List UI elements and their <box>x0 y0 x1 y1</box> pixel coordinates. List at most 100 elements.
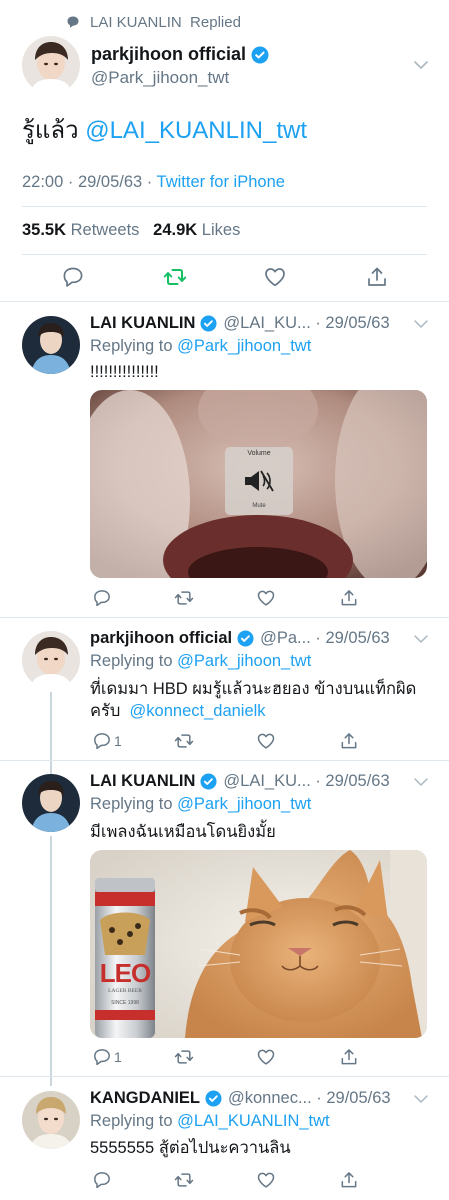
tweet-text: !!!!!!!!!!!!!!! <box>90 363 159 381</box>
chevron-down-icon[interactable] <box>413 776 429 788</box>
like-action[interactable] <box>256 1170 276 1190</box>
share-icon <box>341 1172 357 1188</box>
mention-link[interactable]: @Park_jihoon_twt <box>177 795 311 813</box>
share-icon <box>341 733 357 749</box>
thread-connector <box>50 692 52 780</box>
replying-prefix: Replying to <box>90 337 173 355</box>
author-handle[interactable]: @Pa... · 29/05/63 <box>260 629 390 648</box>
author-name[interactable]: parkjihoon official <box>91 44 269 65</box>
mention-link[interactable]: @Park_jihoon_twt <box>177 652 311 670</box>
author-handle[interactable]: @Park_jihoon_twt <box>91 68 229 88</box>
author-name[interactable]: parkjihoon official <box>90 629 232 648</box>
author-name[interactable]: LAI KUANLIN <box>90 772 195 791</box>
reply-action[interactable]: 1 <box>92 731 122 751</box>
avatar[interactable] <box>22 316 80 374</box>
retweet-action[interactable] <box>174 588 194 608</box>
source-link[interactable]: Twitter for iPhone <box>157 173 285 191</box>
replying-to: Replying to @Park_jihoon_twt <box>90 652 311 671</box>
media-image[interactable]: Volume Mute <box>90 390 427 578</box>
reply-header: LAI KUANLIN @LAI_KU... · 29/05/63 <box>90 772 390 791</box>
tweet-text: 5555555 สู้ต่อไปนะควานลิน <box>90 1139 291 1157</box>
reply-action[interactable]: 1 <box>92 1047 122 1067</box>
reply-action[interactable] <box>92 1170 112 1190</box>
retweet-action[interactable] <box>174 731 194 751</box>
author-handle[interactable]: @LAI_KU... · 29/05/63 <box>223 772 389 791</box>
chevron-down-icon[interactable] <box>412 58 430 72</box>
verified-badge-icon <box>200 773 217 790</box>
like-action[interactable] <box>256 588 276 608</box>
avatar[interactable] <box>22 774 80 832</box>
verified-badge-icon <box>237 630 254 647</box>
volume-hud-label: Volume <box>247 450 271 457</box>
retweet-action[interactable] <box>174 1170 194 1190</box>
likes-count[interactable]: 24.9K <box>153 221 197 239</box>
reply-icon <box>94 1049 110 1066</box>
retweets-count[interactable]: 35.5K <box>22 221 66 239</box>
divider <box>0 617 449 618</box>
avatar[interactable] <box>22 1091 80 1149</box>
social-context[interactable]: LAI KUANLIN Replied <box>66 12 241 32</box>
heart-icon <box>257 733 275 749</box>
can-since-text: SINCE 1998 <box>111 1000 139 1006</box>
avatar[interactable] <box>22 36 80 94</box>
chevron-down-icon[interactable] <box>413 633 429 645</box>
verified-badge-icon <box>205 1090 222 1107</box>
reply-action[interactable] <box>92 588 112 608</box>
can-brand-text: LEO <box>99 958 151 988</box>
mention-link[interactable]: @LAI_KUANLIN_twt <box>177 1112 329 1130</box>
share-action[interactable] <box>339 588 359 608</box>
tweet-actions <box>90 588 427 610</box>
reply-header: KANGDANIEL @konnec... · 29/05/63 <box>90 1089 391 1108</box>
tweet-actions <box>90 1170 427 1192</box>
retweet-icon <box>174 591 194 605</box>
heart-icon[interactable] <box>263 265 287 289</box>
share-icon <box>341 1049 357 1065</box>
retweet-icon[interactable] <box>163 265 187 289</box>
share-action[interactable] <box>339 731 359 751</box>
share-icon <box>341 590 357 606</box>
like-action[interactable] <box>256 731 276 751</box>
author-name[interactable]: LAI KUANLIN <box>90 314 195 333</box>
tweet-text-line: ครับ <box>90 702 121 720</box>
mute-speaker-icon <box>245 470 274 492</box>
tweet-text: ที่เดมมา HBD ผมรู้แล้วนะฮยอง ข้างบนแท็กผ… <box>90 678 430 722</box>
replied-label: Replied <box>190 13 241 31</box>
retweets-label[interactable]: Retweets <box>71 221 140 239</box>
author-name[interactable]: KANGDANIEL <box>90 1089 200 1108</box>
tweet-actions: 1 <box>90 1047 427 1069</box>
reply-header: parkjihoon official @Pa... · 29/05/63 <box>90 629 390 648</box>
mention-link[interactable]: @Park_jihoon_twt <box>177 337 311 355</box>
replying-prefix: Replying to <box>90 1112 173 1130</box>
share-icon[interactable] <box>365 265 389 289</box>
mention-link[interactable]: @LAI_KUANLIN_twt <box>85 117 307 144</box>
retweet-icon <box>174 1173 194 1187</box>
divider <box>22 206 427 207</box>
likes-label[interactable]: Likes <box>202 221 241 239</box>
author-handle[interactable]: @konnec... · 29/05/63 <box>228 1089 391 1108</box>
replying-prefix: Replying to <box>90 795 173 813</box>
author-handle[interactable]: @LAI_KU... · 29/05/63 <box>223 314 389 333</box>
share-action[interactable] <box>339 1170 359 1190</box>
chevron-down-icon[interactable] <box>413 318 429 330</box>
reply-icon <box>94 590 110 607</box>
share-action[interactable] <box>339 1047 359 1067</box>
avatar[interactable] <box>22 631 80 689</box>
retweet-icon <box>174 1050 194 1064</box>
can-sub-text: LAGER BEER <box>108 988 142 994</box>
replied-by-name: LAI KUANLIN <box>90 13 182 31</box>
tweet-timestamp: 22:00 · 29/05/63 · Twitter for iPhone <box>22 173 285 192</box>
reply-icon[interactable] <box>61 265 85 289</box>
mention-link[interactable]: @konnect_danielk <box>130 702 266 720</box>
tweet-text-body: รู้แล้ว <box>22 117 79 144</box>
media-image[interactable]: LEO LAGER BEER SINCE 1998 <box>90 850 427 1038</box>
heart-icon <box>257 590 275 606</box>
author-name-text: parkjihoon official <box>91 44 247 64</box>
heart-icon <box>257 1172 275 1188</box>
chevron-down-icon[interactable] <box>413 1093 429 1105</box>
tweet-text-line: ที่เดมมา HBD ผมรู้แล้วนะฮยอง ข้างบนแท็กผ… <box>90 680 417 698</box>
divider <box>0 760 449 761</box>
retweet-icon <box>174 734 194 748</box>
tweet-text: รู้แล้ว @LAI_KUANLIN_twt <box>22 116 307 146</box>
retweet-action[interactable] <box>174 1047 194 1067</box>
like-action[interactable] <box>256 1047 276 1067</box>
